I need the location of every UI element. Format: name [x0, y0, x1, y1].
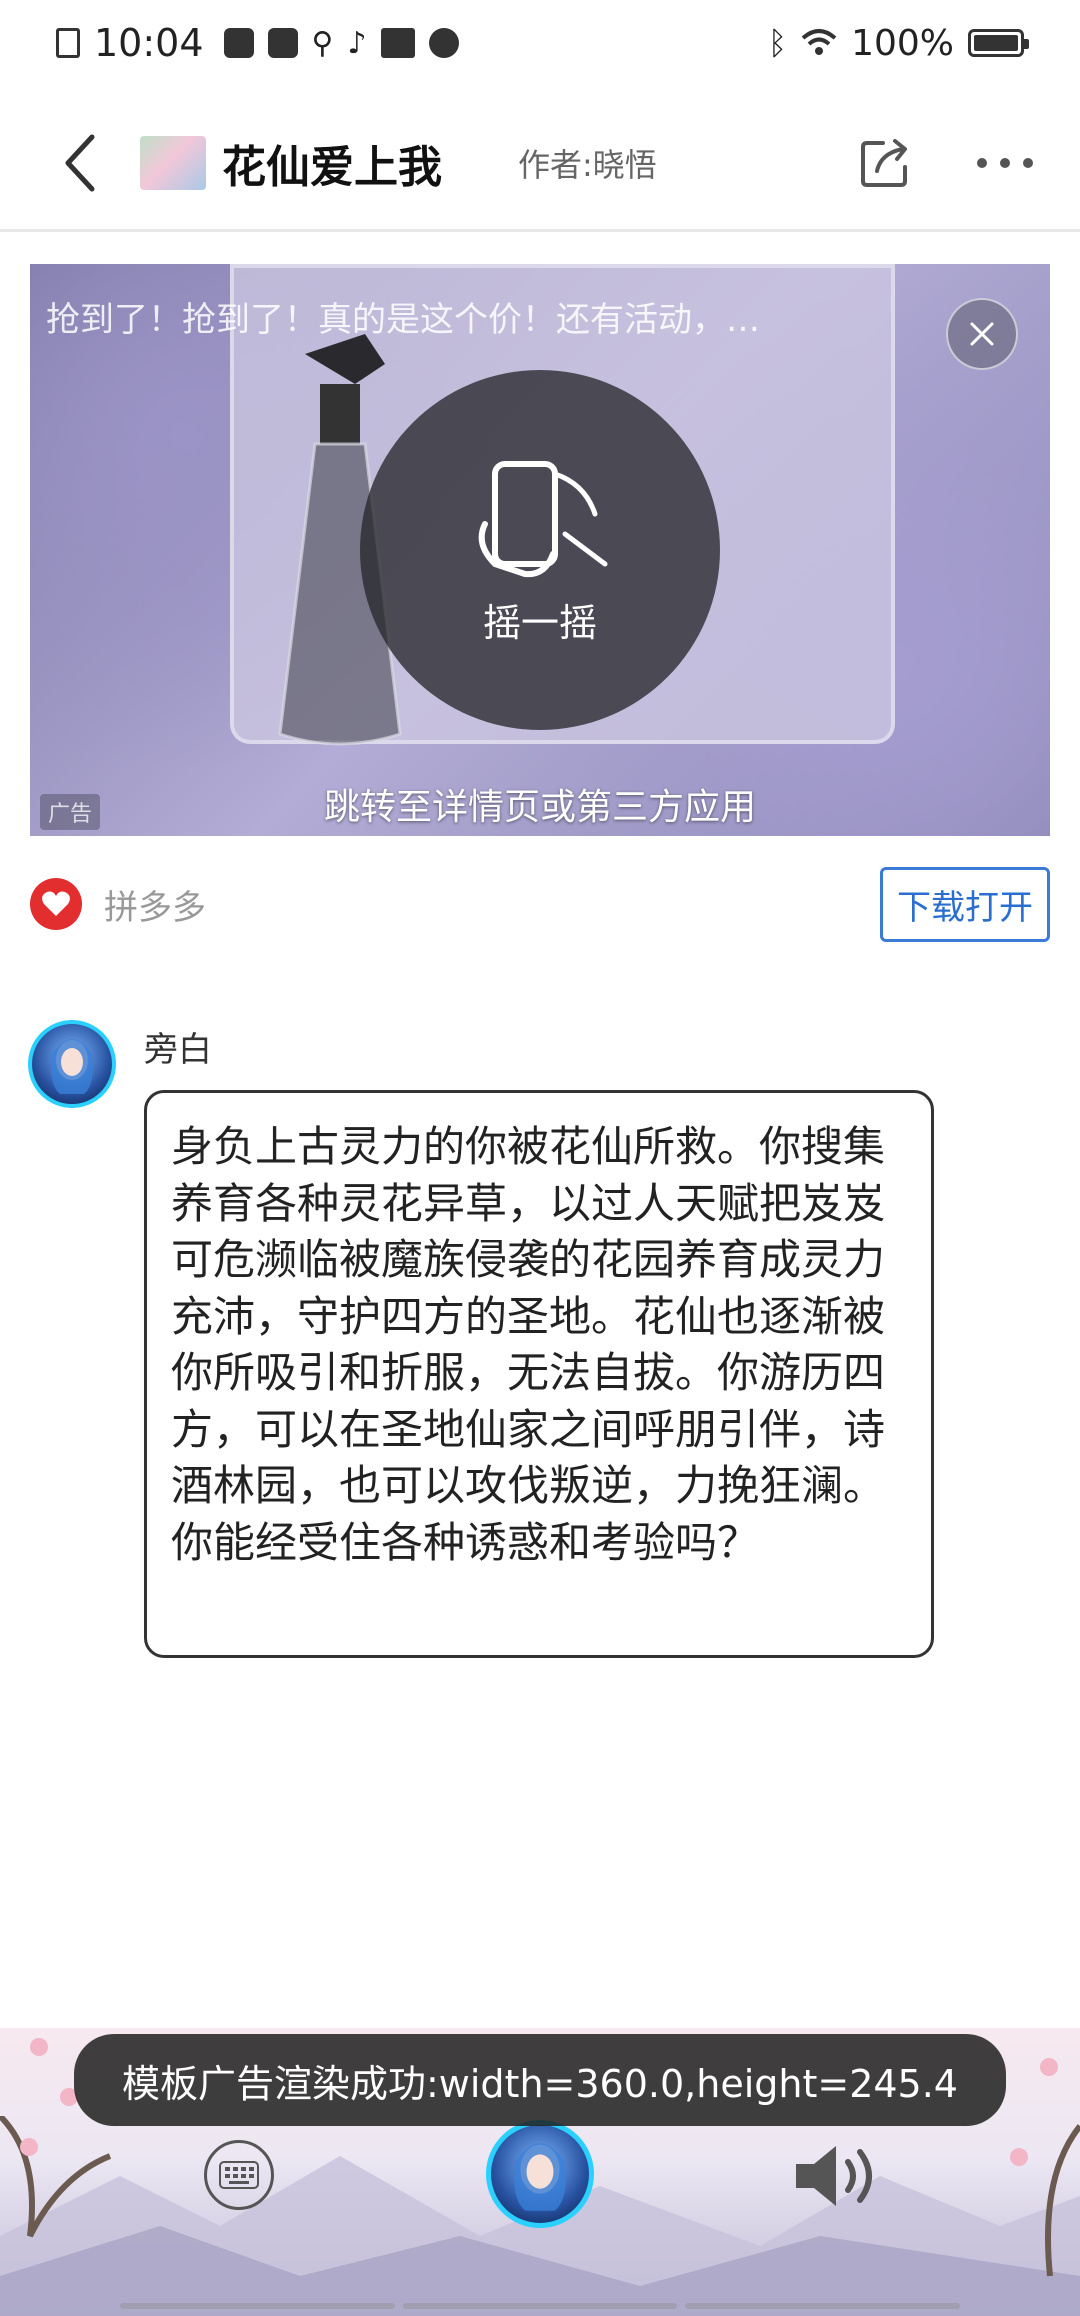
status-bar: 10:04 ⚲ ♪ ᛒ 100%: [0, 0, 1080, 86]
toast-message: 模板广告渲染成功:width=360.0,height=245.4: [74, 2034, 1006, 2126]
chevron-left-icon: [65, 134, 95, 191]
heart-icon: [42, 891, 70, 916]
ad-jump-text: 跳转至详情页或第三方应用: [323, 787, 756, 828]
home-indicator[interactable]: [120, 2303, 961, 2309]
shake-prompt[interactable]: 摇一摇: [360, 370, 720, 730]
indicator-segment: [402, 2303, 678, 2309]
book-icon: [380, 28, 415, 58]
battery-icon: [968, 29, 1029, 57]
ad-headline: 抢到了！抢到了！真的是这个价！还有活动，…: [46, 300, 760, 340]
blossom-decoration: [1040, 2058, 1058, 2076]
task-icon: [223, 28, 254, 58]
indicator-segment: [685, 2303, 961, 2309]
pinduoduo-logo-icon: [30, 878, 82, 930]
speaker-volume-icon: [796, 2146, 872, 2206]
bluetooth-icon: ᛒ: [767, 24, 788, 62]
narration-bubble[interactable]: 身负上古灵力的你被花仙所救。你搜集养育各种灵花异草，以过人天赋把岌岌可危濒临被魔…: [144, 1090, 934, 1658]
usb-icon: ⚲: [311, 25, 334, 61]
app-notification-icon: [267, 28, 298, 58]
back-button[interactable]: [40, 123, 120, 203]
download-open-button[interactable]: 下载打开: [880, 866, 1050, 942]
share-button[interactable]: [850, 128, 920, 198]
shake-label: 摇一摇: [482, 600, 597, 645]
advertiser-name: 拼多多: [104, 887, 206, 928]
blossom-decoration: [1010, 2148, 1028, 2166]
ad-banner[interactable]: 抢到了！抢到了！真的是这个价！还有活动，… 摇一摇 跳转至详情页或第三方应用 广…: [30, 264, 1050, 836]
blossom-decoration: [30, 2038, 48, 2056]
narrator-avatar[interactable]: [28, 1020, 116, 1108]
role-avatar-button[interactable]: [486, 2120, 594, 2228]
indicator-segment: [120, 2303, 395, 2309]
wifi-icon: [801, 29, 837, 55]
advertiser-row: 拼多多 下载打开: [30, 866, 1050, 942]
header-actions: [850, 128, 1040, 198]
more-options-button[interactable]: [970, 128, 1040, 198]
speaker-name: 旁白: [144, 1030, 212, 1070]
character-portrait-icon: [514, 2143, 566, 2211]
tiktok-icon: ♪: [347, 25, 367, 61]
character-portrait-icon: [51, 1039, 93, 1094]
more-dots-icon: [977, 157, 1033, 168]
book-cover-image: [140, 135, 206, 190]
keyboard-icon: [219, 2161, 259, 2189]
ad-tag: 广告: [40, 794, 101, 830]
status-right: ᛒ 100%: [767, 22, 1029, 64]
phone-shake-icon: [478, 460, 608, 577]
voice-icon: [428, 28, 459, 58]
ad-close-button[interactable]: [946, 298, 1018, 370]
battery-percent: 100%: [851, 22, 954, 64]
blossom-decoration: [20, 2138, 38, 2156]
reader-header: 花仙爱上我 作者:晓悟: [0, 96, 1080, 232]
keyboard-button[interactable]: [204, 2140, 274, 2210]
close-icon: [970, 322, 994, 346]
status-left: 10:04 ⚲ ♪: [56, 21, 459, 65]
status-time: 10:04: [94, 21, 204, 65]
sim-error-icon: [56, 28, 80, 58]
share-icon: [861, 138, 907, 187]
volume-button[interactable]: [790, 2136, 890, 2216]
book-title: 花仙爱上我: [222, 141, 442, 193]
author-label: 作者:晓悟: [518, 145, 657, 184]
